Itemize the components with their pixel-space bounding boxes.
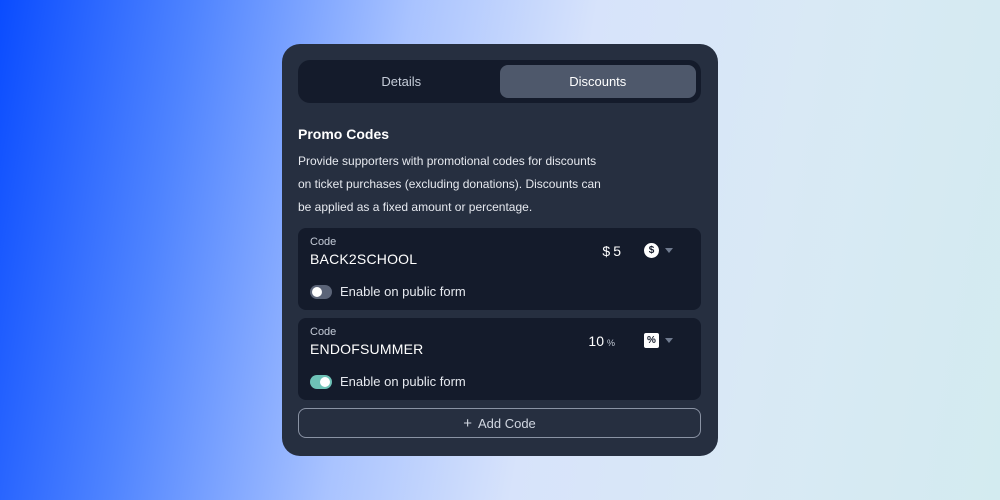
percent-icon: %: [644, 333, 659, 348]
toggle-knob: [312, 286, 322, 297]
toggle-label: Enable on public form: [340, 374, 466, 389]
chevron-down-icon: [665, 248, 673, 253]
amount-value: 10: [588, 333, 604, 349]
code-input[interactable]: BACK2SCHOOL: [310, 251, 417, 267]
promo-code-row: Code BACK2SCHOOL $ 5 $ Enable on public …: [298, 228, 701, 310]
percent-suffix: %: [606, 338, 615, 348]
add-code-button[interactable]: + Add Code: [298, 408, 701, 438]
tab-discounts[interactable]: Discounts: [499, 65, 696, 98]
section-description: Provide supporters with promotional code…: [298, 154, 601, 214]
public-form-toggle-group: Enable on public form: [310, 374, 466, 389]
amount-input[interactable]: $ 5: [602, 243, 621, 259]
chevron-down-icon: [665, 338, 673, 343]
section-title: Promo Codes: [298, 126, 390, 142]
public-form-toggle-group: Enable on public form: [310, 284, 466, 299]
toggle-label: Enable on public form: [340, 284, 466, 299]
discounts-card: Details Discounts Promo Codes Provide su…: [282, 44, 718, 456]
discount-type-select[interactable]: %: [644, 333, 673, 348]
promo-code-row: Code ENDOFSUMMER 10 % % Enable on public…: [298, 318, 701, 400]
dollar-circle-icon: $: [644, 243, 659, 258]
code-field-label: Code: [310, 236, 337, 248]
plus-icon: +: [463, 414, 472, 432]
tab-details[interactable]: Details: [303, 65, 500, 98]
discount-type-select[interactable]: $: [644, 243, 673, 258]
amount-value: 5: [613, 243, 621, 259]
enable-public-form-toggle[interactable]: [310, 374, 332, 389]
tab-bar: Details Discounts: [298, 60, 701, 103]
toggle-knob: [320, 376, 330, 387]
enable-public-form-toggle[interactable]: [310, 284, 332, 299]
add-code-label: Add Code: [477, 415, 536, 431]
amount-input[interactable]: 10 %: [588, 333, 615, 349]
code-field-label: Code: [310, 326, 337, 338]
code-input[interactable]: ENDOFSUMMER: [310, 341, 423, 357]
currency-prefix: $: [602, 243, 611, 259]
